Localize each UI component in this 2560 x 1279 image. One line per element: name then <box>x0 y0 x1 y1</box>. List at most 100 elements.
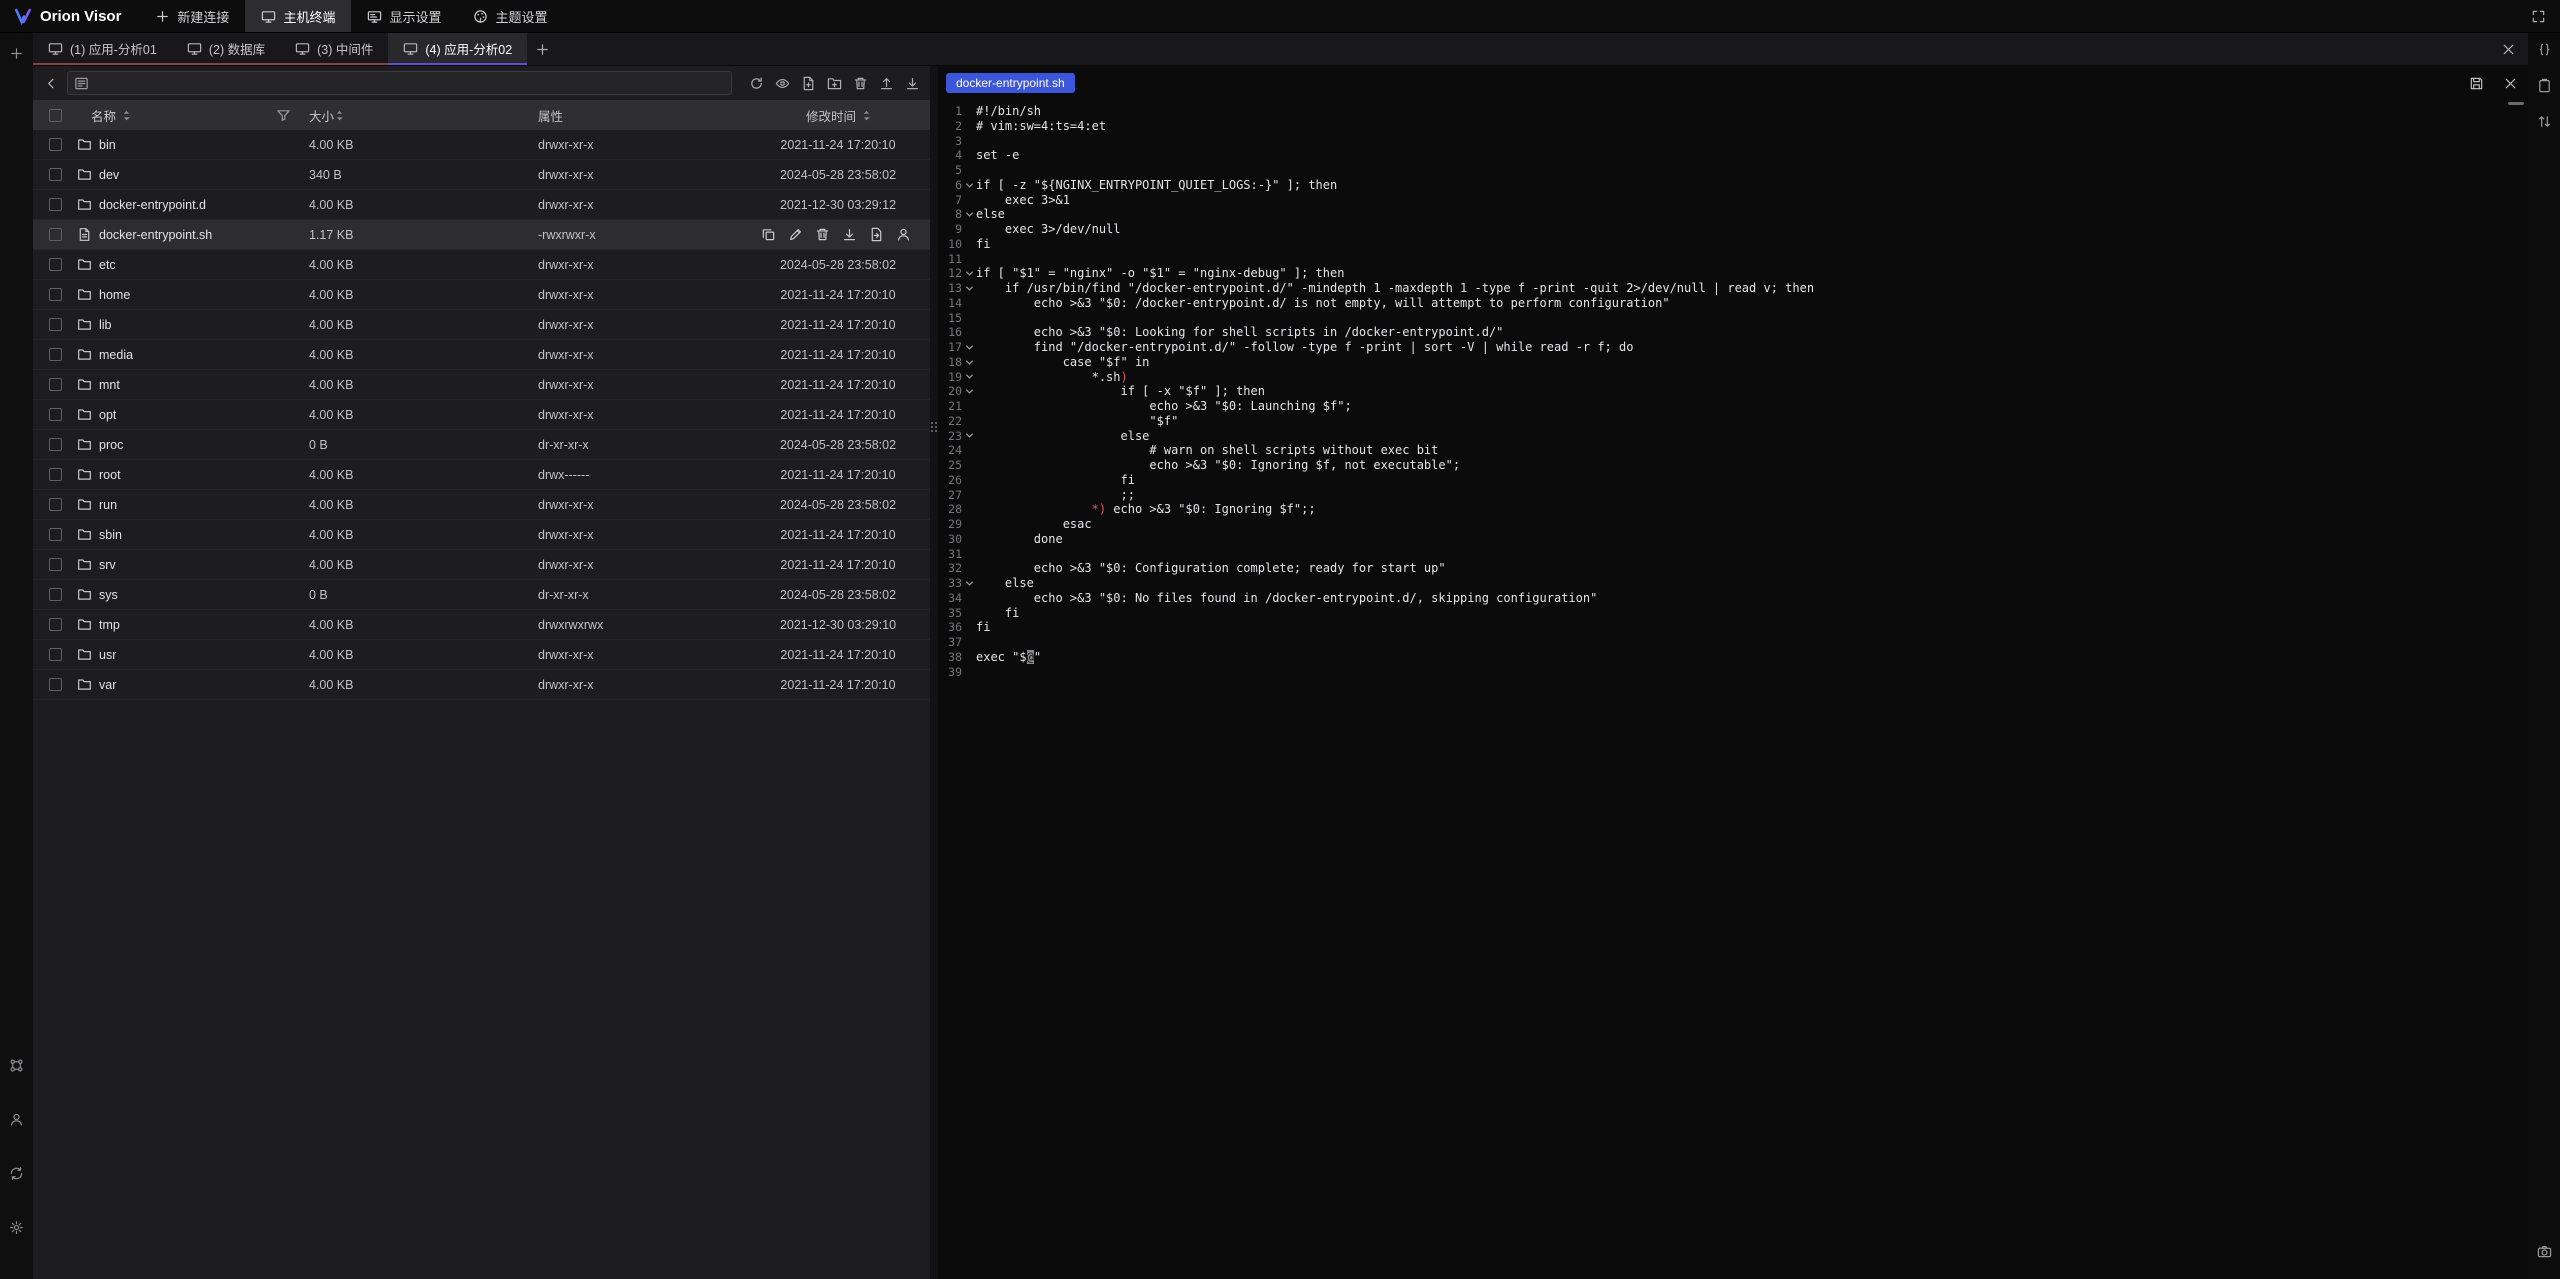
row-checkbox[interactable] <box>49 558 62 571</box>
nav-item-theme-settings[interactable]: 主题设置 <box>457 0 563 32</box>
clipboard-button[interactable] <box>2532 73 2556 97</box>
code-editor[interactable]: 1#!/bin/sh2# vim:sw=4:ts=4:et34set -e56i… <box>938 100 2508 1279</box>
tab-4[interactable]: (4) 应用-分析02 <box>388 33 527 65</box>
row-checkbox[interactable] <box>49 348 62 361</box>
tab-2[interactable]: (2) 数据库 <box>172 33 280 65</box>
user-button[interactable] <box>5 1107 29 1131</box>
editor-config-button[interactable] <box>2532 37 2556 61</box>
edit-button[interactable] <box>786 226 804 244</box>
table-row-home[interactable]: home4.00 KBdrwxr-xr-x2021-11-24 17:20:10 <box>33 280 930 310</box>
tab-3[interactable]: (3) 中间件 <box>280 33 388 65</box>
row-checkbox[interactable] <box>49 498 62 511</box>
row-checkbox[interactable] <box>49 378 62 391</box>
refresh-button[interactable] <box>744 71 768 95</box>
row-checkbox[interactable] <box>49 648 62 661</box>
editor-close-button[interactable] <box>2498 71 2522 95</box>
new-tab-button[interactable] <box>527 33 557 65</box>
row-checkbox[interactable] <box>49 408 62 421</box>
row-checkbox[interactable] <box>49 168 62 181</box>
permission-button[interactable] <box>894 226 912 244</box>
sync-button[interactable] <box>5 1161 29 1185</box>
editor-scrollbar-thumb[interactable] <box>2508 102 2524 105</box>
code-line-15: 15 <box>938 311 2508 326</box>
row-checkbox[interactable] <box>49 588 62 601</box>
code-line-19: 19 *.sh) <box>938 370 2508 385</box>
row-checkbox[interactable] <box>49 198 62 211</box>
download-button[interactable] <box>900 71 924 95</box>
move-button[interactable] <box>867 226 885 244</box>
fold-chevron-icon[interactable] <box>962 384 976 399</box>
table-row-var[interactable]: var4.00 KBdrwxr-xr-x2021-11-24 17:20:10 <box>33 670 930 700</box>
table-row-run[interactable]: run4.00 KBdrwxr-xr-x2024-05-28 23:58:02 <box>33 490 930 520</box>
delete-button[interactable] <box>813 226 831 244</box>
fold-chevron-icon[interactable] <box>962 355 976 370</box>
select-all-checkbox[interactable] <box>49 109 62 122</box>
filter-icon[interactable] <box>276 108 291 123</box>
table-row-docker-entrypoint.sh[interactable]: docker-entrypoint.sh1.17 KB-rwxrwxr-x <box>33 220 930 250</box>
table-row-srv[interactable]: srv4.00 KBdrwxr-xr-x2021-11-24 17:20:10 <box>33 550 930 580</box>
settings-button[interactable] <box>5 1215 29 1239</box>
table-row-usr[interactable]: usr4.00 KBdrwxr-xr-x2021-11-24 17:20:10 <box>33 640 930 670</box>
table-row-bin[interactable]: bin4.00 KBdrwxr-xr-x2021-11-24 17:20:10 <box>33 130 930 160</box>
panel-divider[interactable] <box>930 66 938 1279</box>
copy-button[interactable] <box>759 226 777 244</box>
row-checkbox[interactable] <box>49 678 62 691</box>
shortcuts-button[interactable] <box>5 1053 29 1077</box>
fold-chevron-icon[interactable] <box>962 281 976 296</box>
row-checkbox[interactable] <box>49 318 62 331</box>
back-button[interactable] <box>41 72 63 94</box>
new-folder-button[interactable] <box>822 71 846 95</box>
sort-name-icon[interactable] <box>123 110 130 121</box>
delete-button[interactable] <box>848 71 872 95</box>
table-row-root[interactable]: root4.00 KBdrwx------2021-11-24 17:20:10 <box>33 460 930 490</box>
fold-chevron-icon[interactable] <box>962 266 976 281</box>
table-row-proc[interactable]: proc0 Bdr-xr-xr-x2024-05-28 23:58:02 <box>33 430 930 460</box>
nav-item-new-connection[interactable]: 新建连接 <box>139 0 245 32</box>
table-row-lib[interactable]: lib4.00 KBdrwxr-xr-x2021-11-24 17:20:10 <box>33 310 930 340</box>
fold-chevron-icon[interactable] <box>962 340 976 355</box>
row-checkbox[interactable] <box>49 528 62 541</box>
table-row-etc[interactable]: etc4.00 KBdrwxr-xr-x2024-05-28 23:58:02 <box>33 250 930 280</box>
row-checkbox[interactable] <box>49 468 62 481</box>
row-checkbox[interactable] <box>49 228 62 241</box>
table-row-mnt[interactable]: mnt4.00 KBdrwxr-xr-x2021-11-24 17:20:10 <box>33 370 930 400</box>
save-button[interactable] <box>2464 71 2488 95</box>
nav-item-display-settings[interactable]: 显示设置 <box>351 0 457 32</box>
table-row-media[interactable]: media4.00 KBdrwxr-xr-x2021-11-24 17:20:1… <box>33 340 930 370</box>
table-row-opt[interactable]: opt4.00 KBdrwxr-xr-x2021-11-24 17:20:10 <box>33 400 930 430</box>
tab-1[interactable]: (1) 应用-分析01 <box>33 33 172 65</box>
row-checkbox[interactable] <box>49 288 62 301</box>
path-input[interactable] <box>95 76 725 90</box>
editor-file-tag[interactable]: docker-entrypoint.sh <box>946 73 1075 93</box>
row-checkbox[interactable] <box>49 618 62 631</box>
fullscreen-button[interactable] <box>2526 4 2550 28</box>
file-name: dev <box>99 168 119 182</box>
sidebar-new-button[interactable] <box>5 41 29 65</box>
download-button[interactable] <box>840 226 858 244</box>
row-checkbox[interactable] <box>49 438 62 451</box>
fold-chevron-icon[interactable] <box>962 370 976 385</box>
table-row-sys[interactable]: sys0 Bdr-xr-xr-x2024-05-28 23:58:02 <box>33 580 930 610</box>
row-attr: drwxr-xr-x <box>538 340 746 369</box>
table-row-sbin[interactable]: sbin4.00 KBdrwxr-xr-x2021-11-24 17:20:10 <box>33 520 930 550</box>
fold-chevron-icon[interactable] <box>962 429 976 444</box>
preview-button[interactable] <box>770 71 794 95</box>
fold-chevron-icon[interactable] <box>962 576 976 591</box>
table-row-docker-entrypoint.d[interactable]: docker-entrypoint.d4.00 KBdrwxr-xr-x2021… <box>33 190 930 220</box>
row-size: 340 B <box>309 160 538 189</box>
row-checkbox[interactable] <box>49 138 62 151</box>
panel-resize-handle[interactable] <box>931 422 937 432</box>
table-row-dev[interactable]: dev340 Bdrwxr-xr-x2024-05-28 23:58:02 <box>33 160 930 190</box>
screenshot-button[interactable] <box>2532 1239 2556 1263</box>
fold-chevron-icon[interactable] <box>962 207 976 222</box>
upload-button[interactable] <box>874 71 898 95</box>
nav-item-host-terminal[interactable]: 主机终端 <box>245 0 351 32</box>
new-file-button[interactable] <box>796 71 820 95</box>
sort-size-icon[interactable] <box>336 110 343 121</box>
sort-mtime-icon[interactable] <box>863 110 870 121</box>
row-checkbox[interactable] <box>49 258 62 271</box>
scroll-direction-button[interactable] <box>2532 109 2556 133</box>
table-row-tmp[interactable]: tmp4.00 KBdrwxrwxrwx2021-12-30 03:29:10 <box>33 610 930 640</box>
fold-chevron-icon[interactable] <box>962 178 976 193</box>
close-all-tabs-button[interactable] <box>2496 37 2520 61</box>
